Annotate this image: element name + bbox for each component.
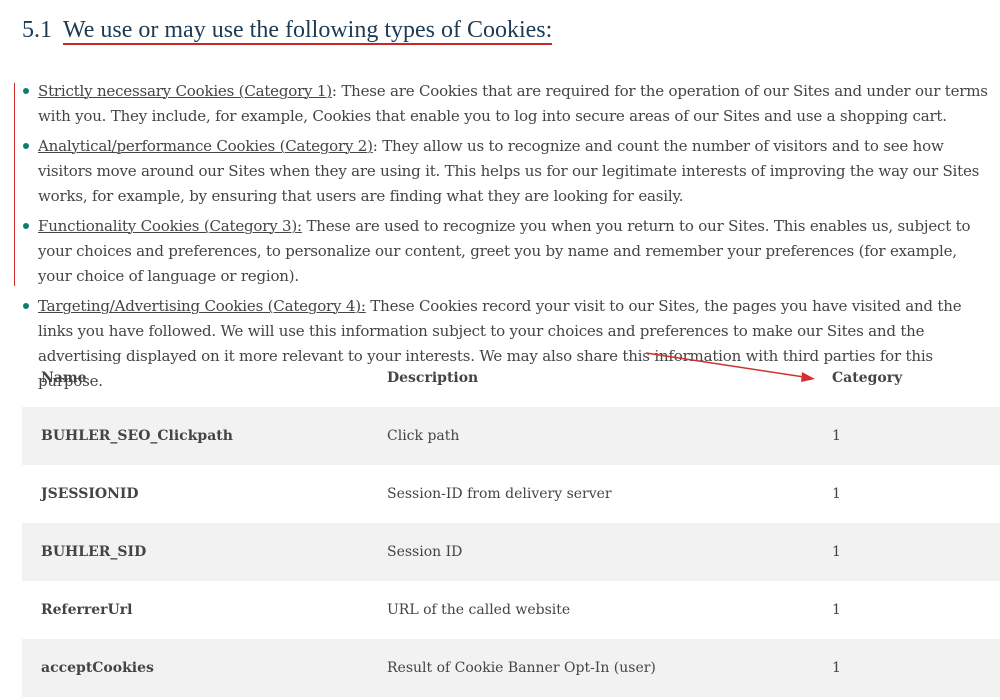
cookie-name: ReferrerUrl [41, 602, 133, 618]
cookie-type-term: Analytical/performance Cookies (Category… [38, 137, 373, 155]
table-header-row: Name Description Category [22, 349, 1000, 407]
cookie-category: 1 [832, 602, 841, 618]
cookie-category: 1 [832, 486, 841, 502]
cookies-table: Name Description Category BUHLER_SEO_Cli… [22, 349, 1000, 697]
cookie-description: Session-ID from delivery server [387, 486, 612, 502]
bullet-dot-icon [23, 143, 29, 149]
column-header-description: Description [387, 370, 479, 386]
cookie-type-term: Functionality Cookies (Category 3): [38, 217, 302, 235]
cookie-type-item: Analytical/performance Cookies (Category… [22, 134, 992, 209]
table-row: ReferrerUrl URL of the called website 1 [22, 581, 1000, 639]
table-row: JSESSIONID Session-ID from delivery serv… [22, 465, 1000, 523]
bullet-dot-icon [23, 223, 29, 229]
bullet-dot-icon [23, 88, 29, 94]
cookie-description: URL of the called website [387, 602, 571, 618]
cookie-category: 1 [813, 639, 1000, 697]
cookie-type-item: Functionality Cookies (Category 3): Thes… [22, 214, 992, 289]
table-row: BUHLER_SID Session ID 1 [22, 523, 1000, 581]
cookie-name: JSESSIONID [41, 486, 139, 502]
cookie-name: acceptCookies [22, 639, 368, 697]
cookie-category: 1 [813, 407, 1000, 465]
annotation-red-bar [14, 83, 15, 286]
column-header-name: Name [41, 370, 87, 386]
cookie-description: Session ID [368, 523, 813, 581]
section-number: 5.1 [22, 17, 52, 43]
table-row: acceptCookies Result of Cookie Banner Op… [22, 639, 1000, 697]
cookie-type-term: Strictly necessary Cookies (Category 1) [38, 82, 332, 100]
section-title: We use or may use the following types of… [63, 17, 553, 45]
bullet-dot-icon [23, 303, 29, 309]
cookie-type-item: Strictly necessary Cookies (Category 1):… [22, 79, 992, 129]
table-row: BUHLER_SEO_Clickpath Click path 1 [22, 407, 1000, 465]
cookie-description: Result of Cookie Banner Opt-In (user) [368, 639, 813, 697]
section-heading: 5.1 We use or may use the following types… [22, 17, 553, 45]
cookie-description: Click path [368, 407, 813, 465]
cookie-type-term: Targeting/Advertising Cookies (Category … [38, 297, 366, 315]
cookie-category: 1 [813, 523, 1000, 581]
cookie-name: BUHLER_SID [22, 523, 368, 581]
cookie-name: BUHLER_SEO_Clickpath [22, 407, 368, 465]
column-header-category: Category [832, 370, 903, 386]
